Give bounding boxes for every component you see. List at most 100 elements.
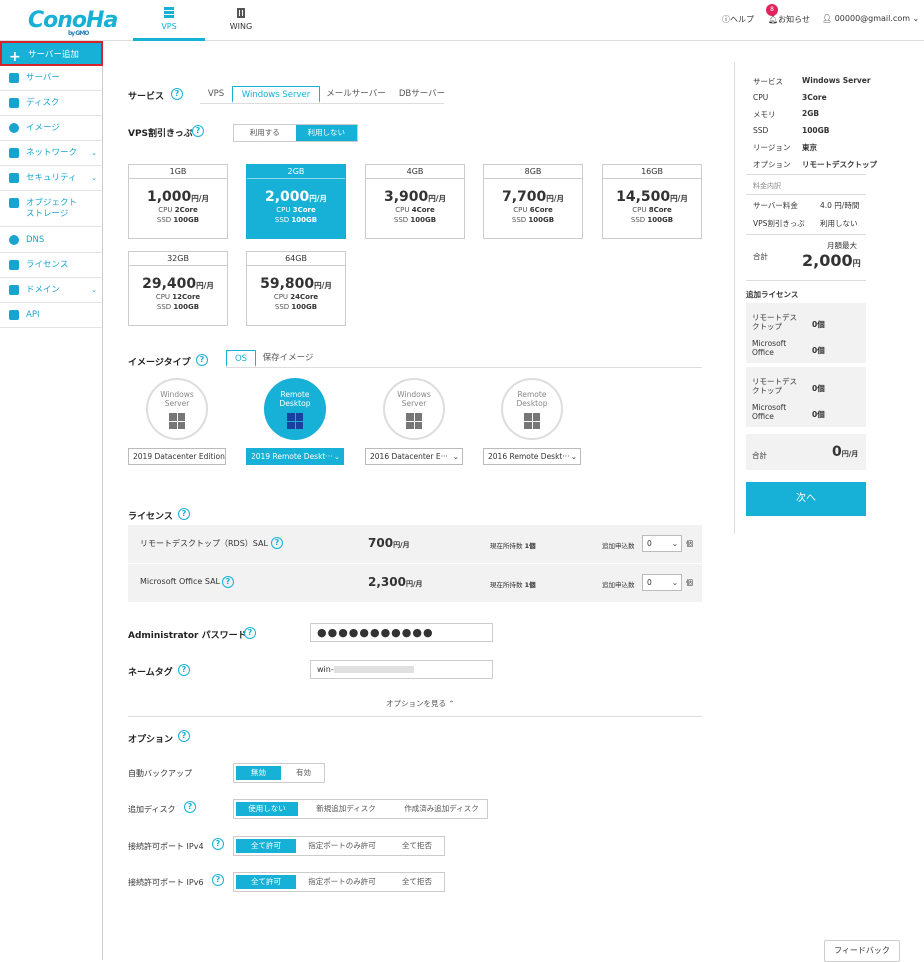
help-icon[interactable]: ? — [212, 874, 224, 886]
chevron-down-icon: ⌄ — [91, 286, 97, 294]
chevron-down-icon: ⌄ — [570, 452, 577, 461]
image-tabs-divider — [226, 367, 702, 368]
sidebar-item-license[interactable]: ライセンス — [0, 253, 103, 278]
addlic-title: 追加ライセンス — [746, 290, 799, 299]
plan-card-16gb[interactable]: 16GB 14,500円/月 CPU 8Core SSD 100GB — [602, 164, 702, 239]
help-icon[interactable]: ? — [196, 354, 208, 366]
plan-card-4gb[interactable]: 4GB 3,900円/月 CPU 4Core SSD 100GB — [365, 164, 465, 239]
help-link[interactable]: ⓘヘルプ — [722, 14, 754, 25]
sidebar-item-dns[interactable]: DNS — [0, 228, 103, 253]
os-version-select[interactable]: 2019 Datacenter Edition — [128, 448, 226, 465]
windows-logo-pane — [287, 413, 295, 421]
option-choice[interactable]: 作成済み追加ディスク — [394, 802, 489, 816]
plan-name: 32GB — [129, 252, 227, 266]
help-icon[interactable]: ? — [178, 730, 190, 742]
tab-image-saved[interactable]: 保存イメージ — [258, 350, 318, 367]
notifications-link[interactable]: 🔔︎お知らせ — [768, 14, 810, 25]
tab-image-os[interactable]: OS — [226, 350, 256, 367]
option-choice[interactable]: 全て許可 — [236, 839, 296, 853]
sidebar-item-network[interactable]: ネットワーク ⌄ — [0, 141, 103, 166]
os-card[interactable]: Windows Server — [383, 378, 445, 440]
plan-card-2gb[interactable]: 2GB 2,000円/月 CPU 3Core SSD 100GB — [246, 164, 346, 239]
sidebar-item-image[interactable]: イメージ — [0, 116, 103, 141]
plan-price-unit: 円/月 — [546, 194, 565, 203]
plan-price-unit: 円/月 — [191, 194, 210, 203]
tab-wing-label: WING — [229, 22, 253, 31]
os-version-select[interactable]: 2016 Datacenter E··· ⌄ — [365, 448, 463, 465]
option-choice[interactable]: 全て許可 — [236, 875, 296, 889]
help-icon[interactable]: ? — [244, 627, 256, 639]
discount-nouse-button[interactable]: 利用しない — [295, 125, 357, 141]
license-add-select[interactable]: 0 ⌄ — [642, 574, 682, 591]
option-choice[interactable]: 全て拒否 — [388, 875, 446, 889]
sidebar-item-security[interactable]: セキュリティ ⌄ — [0, 166, 103, 191]
option-choice[interactable]: 全て拒否 — [388, 839, 446, 853]
option-choice[interactable]: 無効 — [236, 766, 281, 780]
summary-divider — [746, 234, 866, 235]
sidebar-item-label: オブジェクト ストレージ — [26, 198, 78, 219]
summary-value: 3Core — [802, 92, 827, 102]
plan-price-value: 7,700 — [501, 189, 547, 205]
sidebar-item-object-storage[interactable]: オブジェクト ストレージ — [0, 191, 103, 227]
windows-logo-pane — [295, 413, 303, 421]
plan-ssd-label: SSD — [274, 216, 290, 224]
tab-service-mail[interactable]: メールサーバー — [322, 86, 390, 103]
plan-card-8gb[interactable]: 8GB 7,700円/月 CPU 6Core SSD 100GB — [483, 164, 583, 239]
sidebar-item-disk[interactable]: ディスク — [0, 91, 103, 116]
tab-service-db[interactable]: DBサーバー — [392, 86, 452, 103]
total-unit: 円 — [852, 259, 861, 268]
conoha-logo[interactable]: ConoHa by GMO — [28, 8, 118, 37]
show-options-link[interactable]: オプションを見る ⌃ — [386, 698, 455, 709]
admin-password-input[interactable]: ●●●●●●●●●●● — [310, 623, 493, 642]
license-add-label: 追加申込数 — [602, 542, 635, 550]
help-icon[interactable]: ? — [222, 576, 234, 588]
tab-service-windows[interactable]: Windows Server — [232, 86, 320, 103]
network-icon — [9, 148, 19, 158]
sidebar-item-domain[interactable]: ドメイン ⌄ — [0, 278, 103, 303]
nametag-input[interactable]: win- — [310, 660, 493, 679]
sidebar-item-add-server[interactable]: + サーバー追加 — [0, 41, 103, 66]
feedback-button[interactable]: フィードバック — [824, 940, 900, 962]
help-icon[interactable]: ? — [212, 838, 224, 850]
license-price-value: 2,300 — [368, 575, 406, 589]
sidebar-item-label: セキュリティ — [26, 173, 77, 183]
addlic-block: リモートデスクトップ 0個 Microsoft Office 0個 — [746, 303, 866, 363]
user-menu[interactable]: 👤︎ 00000@gmail.com ⌄ — [822, 14, 919, 23]
os-card[interactable]: Remote Desktop — [501, 378, 563, 440]
summary-divider — [746, 194, 866, 195]
plan-card-64gb[interactable]: 64GB 59,800円/月 CPU 24Core SSD 100GB — [246, 251, 346, 326]
option-choice[interactable]: 新規追加ディスク — [298, 802, 394, 816]
plan-card-32gb[interactable]: 32GB 29,400円/月 CPU 12Core SSD 100GB — [128, 251, 228, 326]
chevron-down-icon: ⌄ — [671, 539, 678, 548]
license-owned: 現在所持数 1個 — [490, 579, 536, 589]
discount-toggle: 利用する 利用しない — [233, 124, 358, 142]
help-icon[interactable]: ? — [171, 88, 183, 100]
help-label: ヘルプ — [730, 15, 754, 24]
sidebar-item-server[interactable]: サーバー — [0, 66, 103, 91]
plan-ssd-label: SSD — [393, 216, 409, 224]
option-choice[interactable]: 有効 — [281, 766, 326, 780]
plan-ssd: SSD 100GB — [247, 215, 345, 225]
next-button[interactable]: 次へ — [746, 482, 866, 516]
option-choice[interactable]: 指定ポートのみ許可 — [296, 875, 388, 889]
tab-vps[interactable]: VPS — [133, 0, 205, 41]
sidebar-item-api[interactable]: API — [0, 303, 103, 328]
plan-card-1gb[interactable]: 1GB 1,000円/月 CPU 2Core SSD 100GB — [128, 164, 228, 239]
license-add-select[interactable]: 0 ⌄ — [642, 535, 682, 552]
os-card[interactable]: Windows Server — [146, 378, 208, 440]
total-value: 2,000 — [802, 251, 853, 270]
os-version-select[interactable]: 2016 Remote Deskt··· ⌄ — [483, 448, 581, 465]
option-choice[interactable]: 使用しない — [236, 802, 298, 816]
help-icon[interactable]: ? — [184, 801, 196, 813]
help-icon[interactable]: ? — [271, 537, 283, 549]
plan-cpu: CPU 4Core — [366, 205, 464, 215]
tab-wing[interactable]: WING — [205, 0, 277, 41]
os-version-select[interactable]: 2019 Remote Deskt··· ⌄ — [246, 448, 344, 465]
help-icon[interactable]: ? — [192, 125, 204, 137]
help-icon[interactable]: ? — [178, 664, 190, 676]
discount-use-button[interactable]: 利用する — [234, 125, 296, 141]
os-card[interactable]: Remote Desktop — [264, 378, 326, 440]
help-icon[interactable]: ? — [178, 508, 190, 520]
option-choice[interactable]: 指定ポートのみ許可 — [296, 839, 388, 853]
tab-service-vps[interactable]: VPS — [200, 86, 232, 103]
